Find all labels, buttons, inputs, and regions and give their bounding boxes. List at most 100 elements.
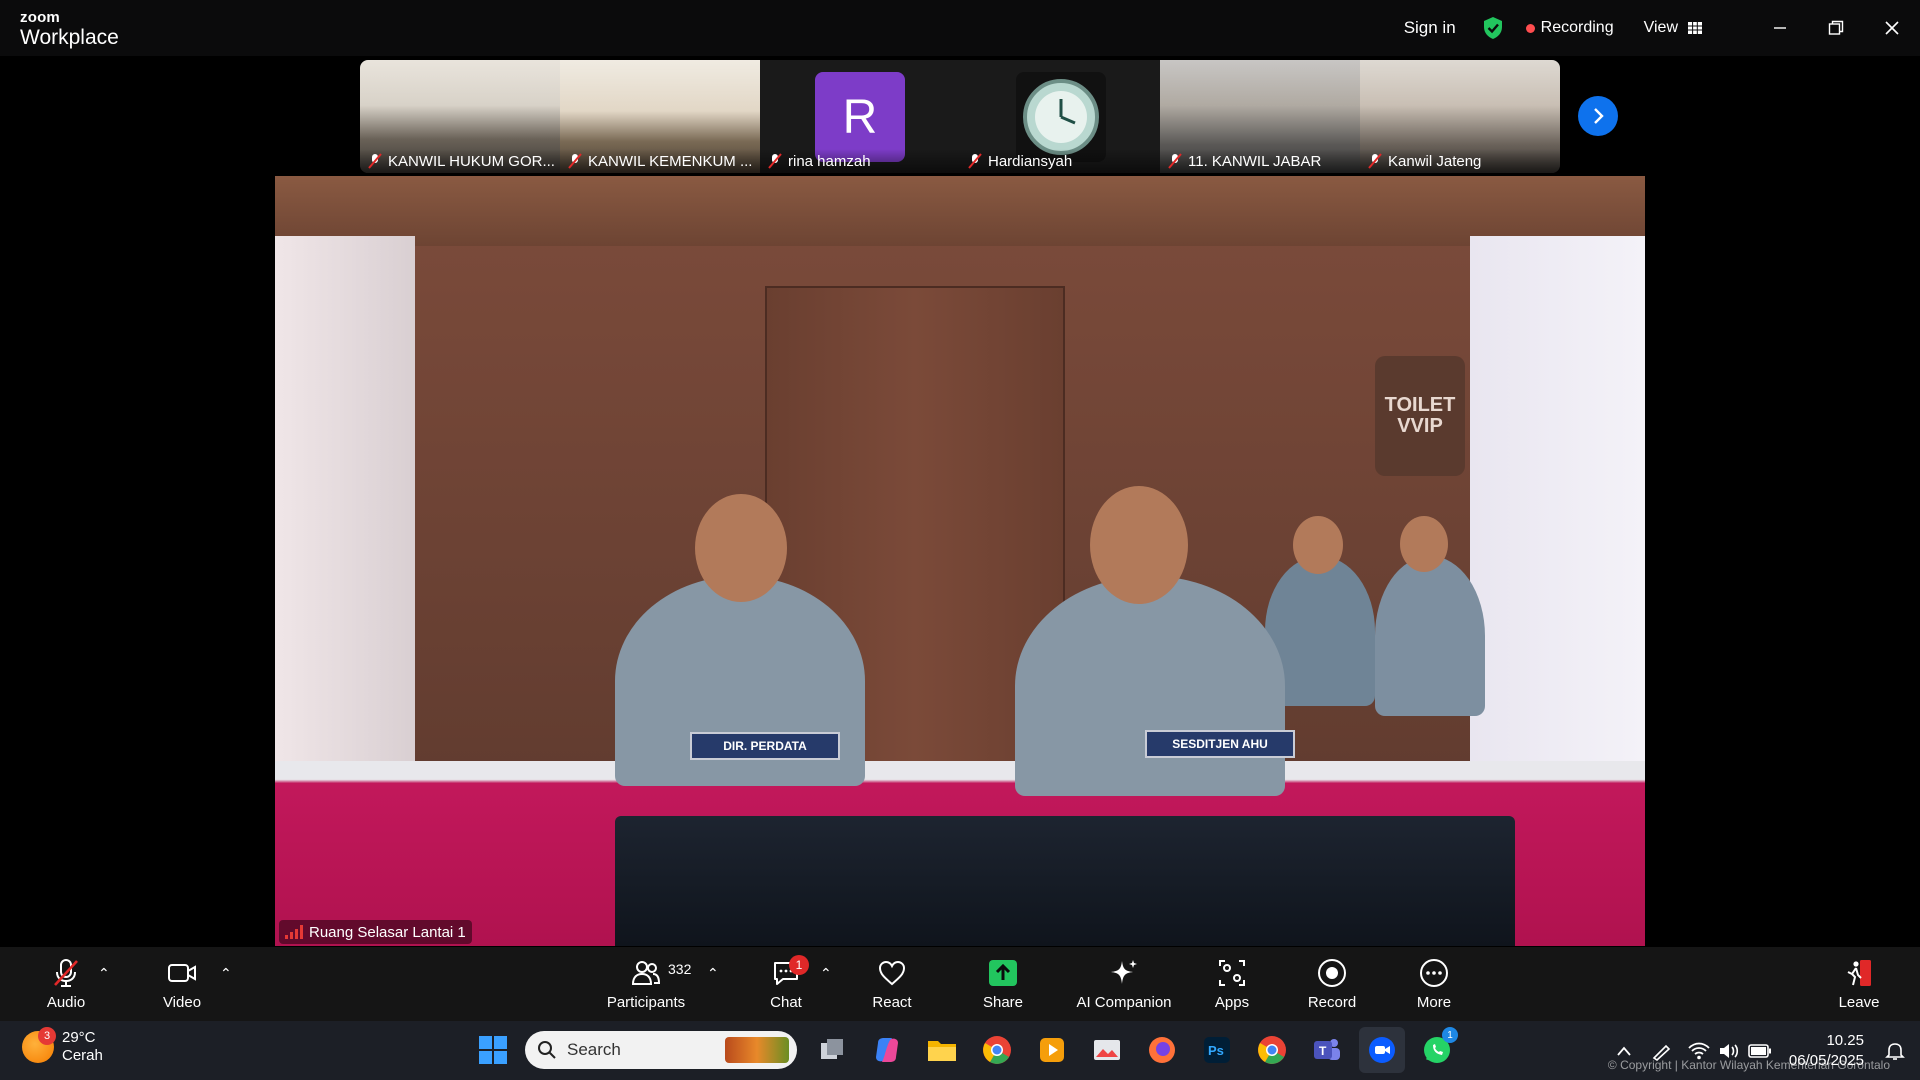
chrome-app[interactable] [974,1027,1020,1073]
apps-button[interactable]: Apps [1210,947,1254,1021]
weather-desc: Cerah [62,1047,103,1064]
whatsapp-badge: 1 [1442,1027,1458,1043]
ai-companion-label: AI Companion [1076,994,1172,1011]
weather-temp: 29°C [62,1029,96,1046]
task-view-icon [821,1039,843,1059]
recording-dot-icon [1525,23,1535,33]
sign-in-link[interactable]: Sign in [1404,18,1456,38]
chat-options-caret[interactable]: ⌃ [820,965,832,982]
chrome-icon [983,1036,1011,1064]
participant-thumbnail[interactable]: Kanwil Jateng [1360,60,1560,173]
participant-thumbnail[interactable]: KANWIL HUKUM GOR... [360,60,560,173]
share-label: Share [982,994,1024,1011]
next-page-button[interactable] [1578,96,1618,136]
whatsapp-app[interactable]: 1 [1414,1027,1460,1073]
participant-name: KANWIL HUKUM GOR... [388,152,555,170]
copilot-icon [876,1038,898,1062]
teams-app[interactable]: T [1304,1027,1350,1073]
recording-label: Recording [1540,19,1614,36]
heart-icon [878,960,906,986]
participant-thumbnail[interactable]: Hardiansyah [960,60,1160,173]
participant-thumbnail[interactable]: 11. KANWIL JABAR [1160,60,1360,173]
sparkle-icon [1111,960,1137,984]
participants-button[interactable]: Participants [604,947,688,1021]
close-button[interactable] [1864,0,1920,56]
minimize-button[interactable] [1752,0,1808,56]
mic-muted-icon [768,153,782,169]
mic-muted-icon [368,153,382,169]
photos-app[interactable] [1084,1027,1130,1073]
media-player-app[interactable] [1029,1027,1075,1073]
grid-icon [1688,22,1702,34]
active-speaker-video[interactable]: TOILET VVIP DIR. PERDATA SESDITJEN AHU R… [275,176,1645,946]
participant-thumbnail-strip: KANWIL HUKUM GOR... KANWIL KEMENKUM ... … [360,60,1560,173]
windows-logo-icon [479,1036,507,1064]
apps-label: Apps [1214,994,1250,1011]
chat-label: Chat [770,994,802,1011]
more-icon [1420,959,1448,987]
record-button[interactable]: Record [1304,947,1360,1021]
signal-strength-icon [285,925,303,939]
search-highlight-image [725,1037,789,1063]
speaker-icon [1719,1043,1738,1058]
file-explorer-app[interactable] [919,1027,965,1073]
sign-line-1: TOILET [1384,394,1456,416]
video-options-caret[interactable]: ⌃ [220,965,232,982]
start-button[interactable] [470,1027,516,1073]
task-view-button[interactable] [809,1027,855,1073]
battery-icon [1748,1043,1771,1058]
firefox-app[interactable] [1139,1027,1185,1073]
video-tablecloth [615,816,1515,946]
title-bar: zoom Workplace Sign in Recording View [0,0,1920,56]
speaker-name-label: Ruang Selasar Lantai 1 [279,920,472,944]
brand-workplace: Workplace [20,26,119,49]
person-background-2-head [1400,516,1448,572]
react-button[interactable]: React [868,947,916,1021]
search-icon [538,1041,556,1059]
photos-icon [1094,1040,1120,1060]
participants-count: 332 [668,961,692,977]
photoshop-icon: Ps [1204,1037,1230,1063]
sign-line-2: VVIP [1397,415,1443,437]
leave-button[interactable]: Leave [1834,947,1884,1021]
chat-unread-badge: 1 [789,955,809,975]
more-label: More [1416,994,1452,1011]
share-button[interactable]: Share [978,947,1028,1021]
participant-thumbnail[interactable]: R rina hamzah [760,60,960,173]
ai-companion-button[interactable]: AI Companion [1072,947,1176,1021]
wifi-icon [1688,1042,1710,1059]
clock-picture-icon [1023,79,1099,155]
close-icon [1885,21,1899,35]
copilot-app[interactable] [864,1027,910,1073]
person-background-2 [1375,556,1485,716]
audio-options-caret[interactable]: ⌃ [98,965,110,982]
chrome-profile-app[interactable] [1249,1027,1295,1073]
zoom-app[interactable] [1359,1027,1405,1073]
audio-button[interactable]: Audio [40,947,92,1021]
view-label: View [1643,19,1678,36]
view-button[interactable]: View [1644,19,1702,37]
brand-zoom: zoom [20,9,60,26]
nameplate-right: SESDITJEN AHU [1145,730,1295,758]
camera-icon [168,964,196,982]
participant-thumbnail[interactable]: KANWIL KEMENKUM ... [560,60,760,173]
teams-icon: T [1314,1039,1340,1060]
participants-options-caret[interactable]: ⌃ [707,965,719,982]
security-shield-icon[interactable] [1482,16,1504,40]
svg-text:Ps: Ps [1208,1043,1224,1058]
person-left-head [695,494,787,602]
chevron-right-icon [1594,108,1604,124]
taskbar-search[interactable]: Search [525,1031,797,1069]
photoshop-app[interactable]: Ps [1194,1027,1240,1073]
folder-icon [928,1041,956,1061]
video-button[interactable]: Video [158,947,206,1021]
more-button[interactable]: More [1412,947,1456,1021]
share-screen-icon [989,960,1017,986]
react-label: React [872,994,912,1011]
clock-time: 10.25 [1826,1032,1864,1049]
weather-badge: 3 [38,1027,56,1045]
weather-widget[interactable]: 3 29°C Cerah [22,1027,103,1065]
restore-button[interactable] [1808,0,1864,56]
recording-indicator[interactable]: Recording [1525,19,1614,37]
chevron-up-icon [1617,1046,1631,1056]
